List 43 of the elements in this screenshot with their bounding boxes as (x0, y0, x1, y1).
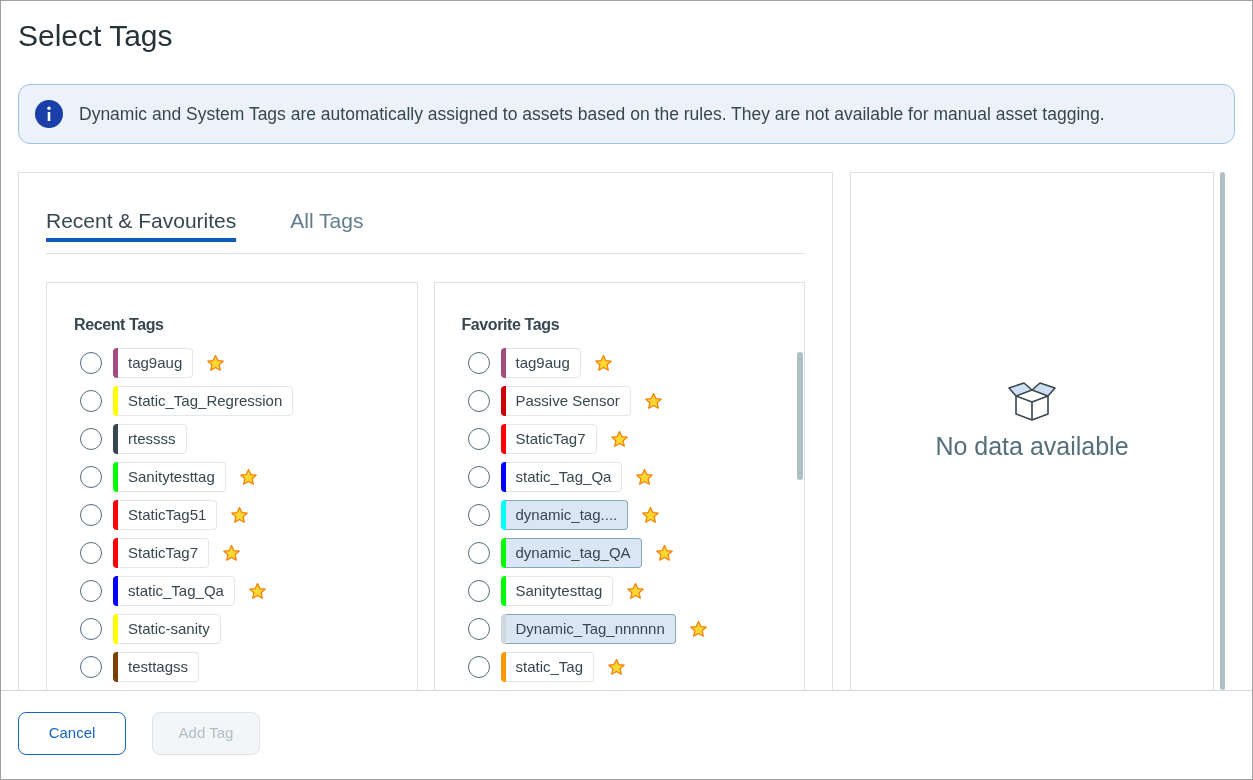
tag-chip[interactable]: StaticTag7 (505, 424, 597, 454)
tag-chip[interactable]: Passive Sensor (505, 386, 631, 416)
tag-chip[interactable]: rtessss (118, 424, 187, 454)
star-icon[interactable] (609, 429, 629, 449)
scrollbar-thumb[interactable] (1220, 172, 1225, 690)
star-icon[interactable] (641, 505, 661, 525)
tag-chip[interactable]: Dynamic_Tag_nnnnnn (505, 614, 676, 644)
scrollbar-thumb[interactable] (797, 352, 803, 480)
star-icon[interactable] (230, 505, 250, 525)
info-text: Dynamic and System Tags are automatically assigned to assets based on the rules. They are not available for manual asset tagging. (79, 102, 1105, 126)
star-icon[interactable] (654, 543, 674, 563)
panel-heading: Recent Tags (74, 315, 165, 335)
info-icon (35, 100, 63, 128)
panel-heading: Favorite Tags (461, 315, 561, 335)
tag-chip[interactable]: static_Tag_Qa (118, 576, 235, 606)
star-icon[interactable] (626, 581, 646, 601)
dialog-title: Select Tags (18, 18, 174, 54)
star-icon[interactable] (238, 467, 258, 487)
tag-chip[interactable]: tag9aug (505, 348, 581, 378)
star-icon[interactable] (593, 353, 613, 373)
star-icon[interactable] (206, 353, 226, 373)
tag-chip[interactable]: StaticTag7 (118, 538, 210, 568)
tag-chip[interactable]: Static-sanity (118, 614, 221, 644)
star-icon[interactable] (643, 391, 663, 411)
tag-chip[interactable]: testtagss (118, 652, 200, 682)
star-icon[interactable] (607, 657, 627, 677)
tag-chip[interactable]: StaticTag51 (118, 500, 218, 530)
empty-state-text: No data available (935, 430, 1129, 462)
tab[interactable]: All Tags (290, 203, 364, 242)
star-icon[interactable] (688, 619, 708, 639)
star-icon[interactable] (635, 467, 655, 487)
tab[interactable]: Recent & Favourites (46, 203, 237, 242)
star-icon[interactable] (222, 543, 242, 563)
tag-chip[interactable]: dynamic_tag.... (505, 500, 629, 530)
tag-chip[interactable]: static_Tag (505, 652, 595, 682)
tag-chip[interactable]: tag9aug (118, 348, 194, 378)
tag-chip[interactable]: Static_Tag_Regression (118, 386, 294, 416)
tag-chip[interactable]: Sanitytesttag (505, 576, 614, 606)
tag-chip[interactable]: static_Tag_Qa (505, 462, 623, 492)
tag-chip[interactable]: dynamic_tag_QA (505, 538, 642, 568)
cancel-button[interactable]: Cancel (18, 712, 126, 755)
tag-chip[interactable]: Sanitytesttag (118, 462, 226, 492)
star-icon[interactable] (247, 581, 267, 601)
